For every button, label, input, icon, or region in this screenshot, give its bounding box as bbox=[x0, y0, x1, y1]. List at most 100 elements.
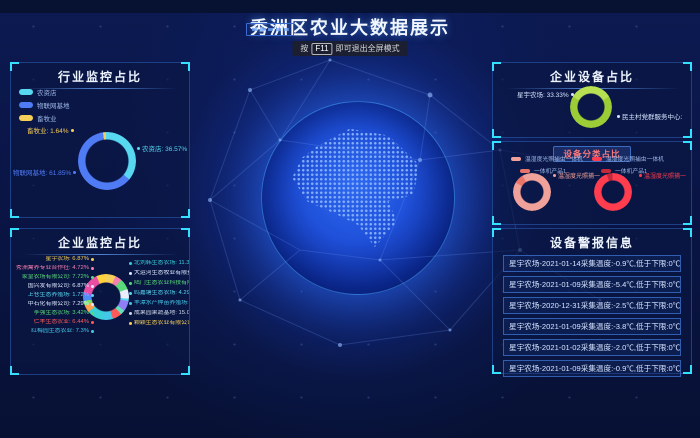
alarm-row: 星宇农场-2021-01-09采集温度:-0.9℃,低于下限:0℃ bbox=[503, 360, 681, 377]
alarm-row: 星宇农场-2021-01-02采集温度:-2.0℃,低于下限:0℃ bbox=[503, 339, 681, 356]
callout-label: 农资店: 36.57% bbox=[142, 143, 187, 153]
alarm-row: 星宇农场-2021-01-09采集温度:-3.8℃,低于下限:0℃ bbox=[503, 318, 681, 335]
callout-dot bbox=[129, 312, 132, 315]
callout-label: 温湿度光照捕一 bbox=[644, 171, 686, 180]
chart-callout: 大运河生态牧业有限责任公 bbox=[129, 270, 189, 277]
callout-dot bbox=[129, 322, 132, 325]
callout-label: 李强生态农场: 3.42% bbox=[34, 310, 89, 317]
chart-callout: 温湿度光照捕一 bbox=[553, 171, 600, 180]
chart-callout: 民主村党群服务中心: bbox=[617, 111, 689, 121]
chart-callout: 家皇农场有限公司: 7.72% bbox=[22, 274, 94, 281]
chart-callout: 物联网基地: 61.85% bbox=[13, 167, 76, 177]
callout-label: 北刘韩生态农场: 11.36% bbox=[134, 260, 189, 267]
callout-label: 星宇农场: 33.33% bbox=[517, 89, 569, 99]
callout-dot bbox=[91, 294, 94, 297]
callout-dot bbox=[129, 262, 132, 265]
callout-label: 温湿度光照捕一 bbox=[558, 171, 600, 180]
panel-title: 设备警报信息 bbox=[493, 234, 691, 251]
chart-callout: 秀洲禽养专业合作社: 4.72% bbox=[16, 265, 94, 272]
callout-dot bbox=[91, 267, 94, 270]
chart-callout: 成果园果蔬基地: 15.02% bbox=[129, 310, 189, 317]
callout-dot bbox=[91, 330, 94, 333]
divider bbox=[23, 254, 177, 255]
tip-prefix: 按 bbox=[300, 44, 308, 53]
legend-label: 温湿度光照捕虫一体机 bbox=[525, 154, 583, 163]
callout-dot bbox=[91, 312, 94, 315]
callout-label: 陆门生态农业科技有限公 bbox=[134, 280, 189, 287]
callout-dot bbox=[571, 93, 574, 96]
callout-dot bbox=[71, 129, 74, 132]
callout-dot bbox=[617, 115, 620, 118]
legend-item: 畜牧业 bbox=[19, 113, 70, 123]
industry-donut-chart[interactable] bbox=[78, 132, 136, 190]
panel-device-class: 设备分类占比 温湿度光照捕虫一体机一体机产品1 温湿度光照捕虫一体机一体机产品1… bbox=[492, 141, 692, 225]
legend-swatch bbox=[19, 89, 33, 95]
chart-callout: 上仓生态养殖场: 1.72% bbox=[28, 292, 94, 299]
enterprise-labels-left: 星宇农场: 6.87% 秀洲禽养专业合作社: 4.72% 家皇农场有限公司: 7.7… bbox=[14, 256, 94, 335]
legend-swatch bbox=[601, 169, 611, 173]
panel-title: 企业监控占比 bbox=[11, 234, 189, 251]
chart-callout: 国兴发有限公司: 6.87% bbox=[28, 283, 94, 290]
dashboard: 秀洲区农业大数据展示 按F11 即可退出全屏模式 行业监控占比 农资店物联网基地畜… bbox=[0, 0, 700, 438]
panel-title: 企业设备占比 bbox=[493, 68, 691, 85]
legend-label: 农资店 bbox=[37, 87, 57, 97]
legend-swatch bbox=[511, 157, 521, 161]
class-left-donut-chart[interactable] bbox=[513, 173, 551, 211]
legend-swatch bbox=[19, 102, 33, 108]
globe bbox=[261, 101, 455, 295]
legend-label: 温湿度光照捕虫一体机 bbox=[606, 154, 664, 163]
chart-callout: 丰潭水产种苗养殖场: 1. bbox=[129, 300, 189, 307]
alarm-row: 星宇农场-2020-12-31采集温度:-2.5℃,低于下限:0℃ bbox=[503, 297, 681, 314]
industry-legend: 农资店物联网基地畜牧业 bbox=[19, 87, 70, 123]
callout-dot bbox=[91, 321, 94, 324]
chart-callout: 温湿度光照捕一 bbox=[639, 171, 686, 180]
callout-dot bbox=[129, 272, 132, 275]
legend-label: 物联网基地 bbox=[37, 100, 70, 110]
chart-callout: 仁丰生态农业: 6.44% bbox=[34, 319, 94, 326]
chart-callout: 鸣嘉塘生态农场: 4.29 bbox=[129, 290, 189, 297]
panel-title: 行业监控占比 bbox=[11, 68, 189, 85]
chart-callout: 颗颖生态农业有限公司: 6.87% bbox=[129, 320, 189, 327]
chart-callout: 中石化有限公司: 7.29% bbox=[28, 301, 94, 308]
globe-continents bbox=[274, 114, 443, 283]
chart-callout: 北刘韩生态农场: 11.36% bbox=[129, 260, 189, 267]
callout-label: 星宇农场: 6.87% bbox=[45, 256, 89, 263]
chart-callout: 星宇农场: 33.33% bbox=[517, 89, 574, 99]
callout-dot bbox=[639, 174, 642, 177]
callout-dot bbox=[91, 276, 94, 279]
chart-callout: 红梅园生态农业: 7.3% bbox=[31, 328, 94, 335]
callout-dot bbox=[129, 282, 132, 285]
callout-label: 畜牧业: 1.64% bbox=[27, 125, 69, 135]
panel-device-alarms: 设备警报信息 星宇农场-2021-01-14采集温度:-0.9℃,低于下限:0℃… bbox=[492, 228, 692, 374]
callout-label: 国兴发有限公司: 6.87% bbox=[28, 283, 89, 290]
callout-label: 仁丰生态农业: 6.44% bbox=[34, 319, 89, 326]
tip-suffix: 即可退出全屏模式 bbox=[336, 44, 400, 53]
callout-label: 民主村党群服务中心: bbox=[622, 111, 682, 121]
chart-callout: 星宇农场: 6.87% bbox=[45, 256, 94, 263]
device-donut-chart[interactable] bbox=[570, 86, 612, 128]
chart-callout: 农资店: 36.57% bbox=[137, 143, 187, 153]
callout-label: 中石化有限公司: 7.29% bbox=[28, 301, 89, 308]
legend-item: 温湿度光照捕虫一体机 bbox=[592, 154, 664, 163]
callout-dot bbox=[129, 292, 132, 295]
chart-callout: 李强生态农场: 3.42% bbox=[34, 310, 94, 317]
callout-dot bbox=[137, 147, 140, 150]
f11-key: F11 bbox=[311, 43, 332, 55]
callout-dot bbox=[91, 258, 94, 261]
callout-label: 成果园果蔬基地: 15.02% bbox=[134, 310, 189, 317]
callout-label: 鸣嘉塘生态农场: 4.29 bbox=[134, 290, 189, 297]
callout-dot bbox=[91, 285, 94, 288]
callout-label: 物联网基地: 61.85% bbox=[13, 167, 71, 177]
legend-swatch bbox=[520, 169, 530, 173]
callout-dot bbox=[129, 302, 132, 305]
alarm-row: 星宇农场-2021-01-09采集温度:-5.4℃,低于下限:0℃ bbox=[503, 276, 681, 293]
panel-industry-ratio: 行业监控占比 农资店物联网基地畜牧业 畜牧业: 1.64% 农资店: 36.57… bbox=[10, 62, 190, 218]
alarm-list: 星宇农场-2021-01-14采集温度:-0.9℃,低于下限:0℃星宇农场-20… bbox=[503, 255, 681, 377]
callout-label: 丰潭水产种苗养殖场: 1. bbox=[134, 300, 189, 307]
top-bar bbox=[0, 0, 700, 13]
page-title: 秀洲区农业大数据展示 bbox=[0, 13, 700, 43]
legend-swatch bbox=[592, 157, 602, 161]
callout-label: 家皇农场有限公司: 7.72% bbox=[22, 274, 89, 281]
legend-item: 物联网基地 bbox=[19, 100, 70, 110]
fullscreen-tip: 按F11 即可退出全屏模式 bbox=[292, 41, 407, 56]
